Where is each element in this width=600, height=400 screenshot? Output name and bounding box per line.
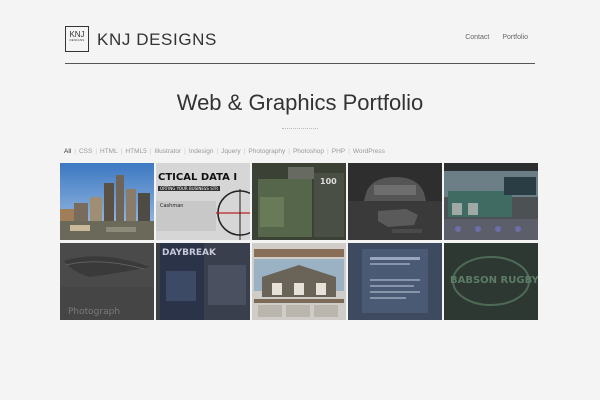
header-divider (65, 63, 535, 64)
filter-php[interactable]: PHP (332, 148, 345, 155)
filter-all[interactable]: All (64, 148, 71, 155)
filter-jquery[interactable]: Jquery (221, 148, 241, 155)
top-nav: Contact Portfolio (465, 34, 528, 41)
logo-mark-small-text: DESIGNS (69, 38, 85, 42)
filter-separator: | (216, 147, 219, 155)
filter-html5[interactable]: HTML5 (125, 148, 146, 155)
portfolio-item-brochures[interactable]: DAYBREAK (156, 243, 250, 320)
portfolio-item-tactical-data[interactable]: CTICAL DATA I ORTING YOUR BUSINESS STR C… (156, 163, 250, 240)
nav-contact[interactable]: Contact (465, 34, 489, 41)
site-header: KNJ DESIGNS KNJ DESIGNS Contact Portfoli… (65, 26, 535, 64)
portfolio-item-feather-photography[interactable]: Photograph (60, 243, 154, 320)
filter-photography[interactable]: Photography (248, 148, 285, 155)
feather-photography-label: Photograph (68, 307, 121, 317)
green-flyer-thumbnail (252, 163, 346, 240)
page-title: Web & Graphics Portfolio (176, 90, 424, 115)
portfolio-item-green-flyer[interactable]: 100 (252, 163, 346, 240)
portfolio-grid: CTICAL DATA I ORTING YOUR BUSINESS STR C… (60, 163, 538, 320)
filter-separator: | (348, 147, 350, 155)
green-flyer-number: 100 (320, 177, 337, 186)
portfolio-item-storefront-site[interactable] (444, 163, 538, 240)
portfolio-item-info-card[interactable] (348, 243, 442, 320)
filter-separator: | (288, 147, 290, 155)
filter-indesign[interactable]: Indesign (189, 148, 214, 155)
filter-separator: | (95, 147, 98, 155)
storefront-site-thumbnail (444, 163, 538, 240)
filter-illustrator[interactable]: Illustrator (154, 148, 181, 155)
filter-separator: | (149, 147, 152, 155)
title-dotted-divider (282, 128, 318, 130)
portfolio-item-car-map[interactable] (348, 163, 442, 240)
filter-separator: | (184, 147, 186, 155)
filter-separator: | (120, 147, 123, 155)
filter-html[interactable]: HTML (100, 148, 118, 155)
filter-separator: | (74, 147, 76, 155)
portfolio-item-house-site[interactable] (252, 243, 346, 320)
filter-separator: | (243, 147, 246, 155)
logo-text[interactable]: KNJ DESIGNS (97, 30, 217, 50)
tactical-data-title: CTICAL DATA I (158, 172, 238, 183)
nav-portfolio[interactable]: Portfolio (502, 34, 528, 41)
logo-mark[interactable]: KNJ DESIGNS (65, 26, 89, 52)
portfolio-item-babson-rugby[interactable]: BABSON RUGBY (444, 243, 538, 320)
babson-rugby-title: BABSON RUGBY (450, 275, 538, 286)
portfolio-item-city-skyline[interactable] (60, 163, 154, 240)
portfolio-filters: All | CSS | HTML | HTML5 | Illustrator | Inde… (64, 146, 385, 156)
house-site-thumbnail (252, 243, 346, 320)
tactical-data-name: Cashman (160, 203, 184, 209)
filter-css[interactable]: CSS (79, 148, 92, 155)
car-map-thumbnail (348, 163, 442, 240)
filter-photoshop[interactable]: Photoshop (293, 148, 324, 155)
city-skyline-thumbnail (60, 163, 154, 240)
brochures-title: DAYBREAK (162, 248, 216, 258)
filter-wordpress[interactable]: WordPress (353, 148, 385, 155)
info-card-thumbnail (348, 243, 442, 320)
filter-separator: | (327, 147, 329, 155)
tactical-data-subtitle: ORTING YOUR BUSINESS STR (158, 186, 220, 191)
